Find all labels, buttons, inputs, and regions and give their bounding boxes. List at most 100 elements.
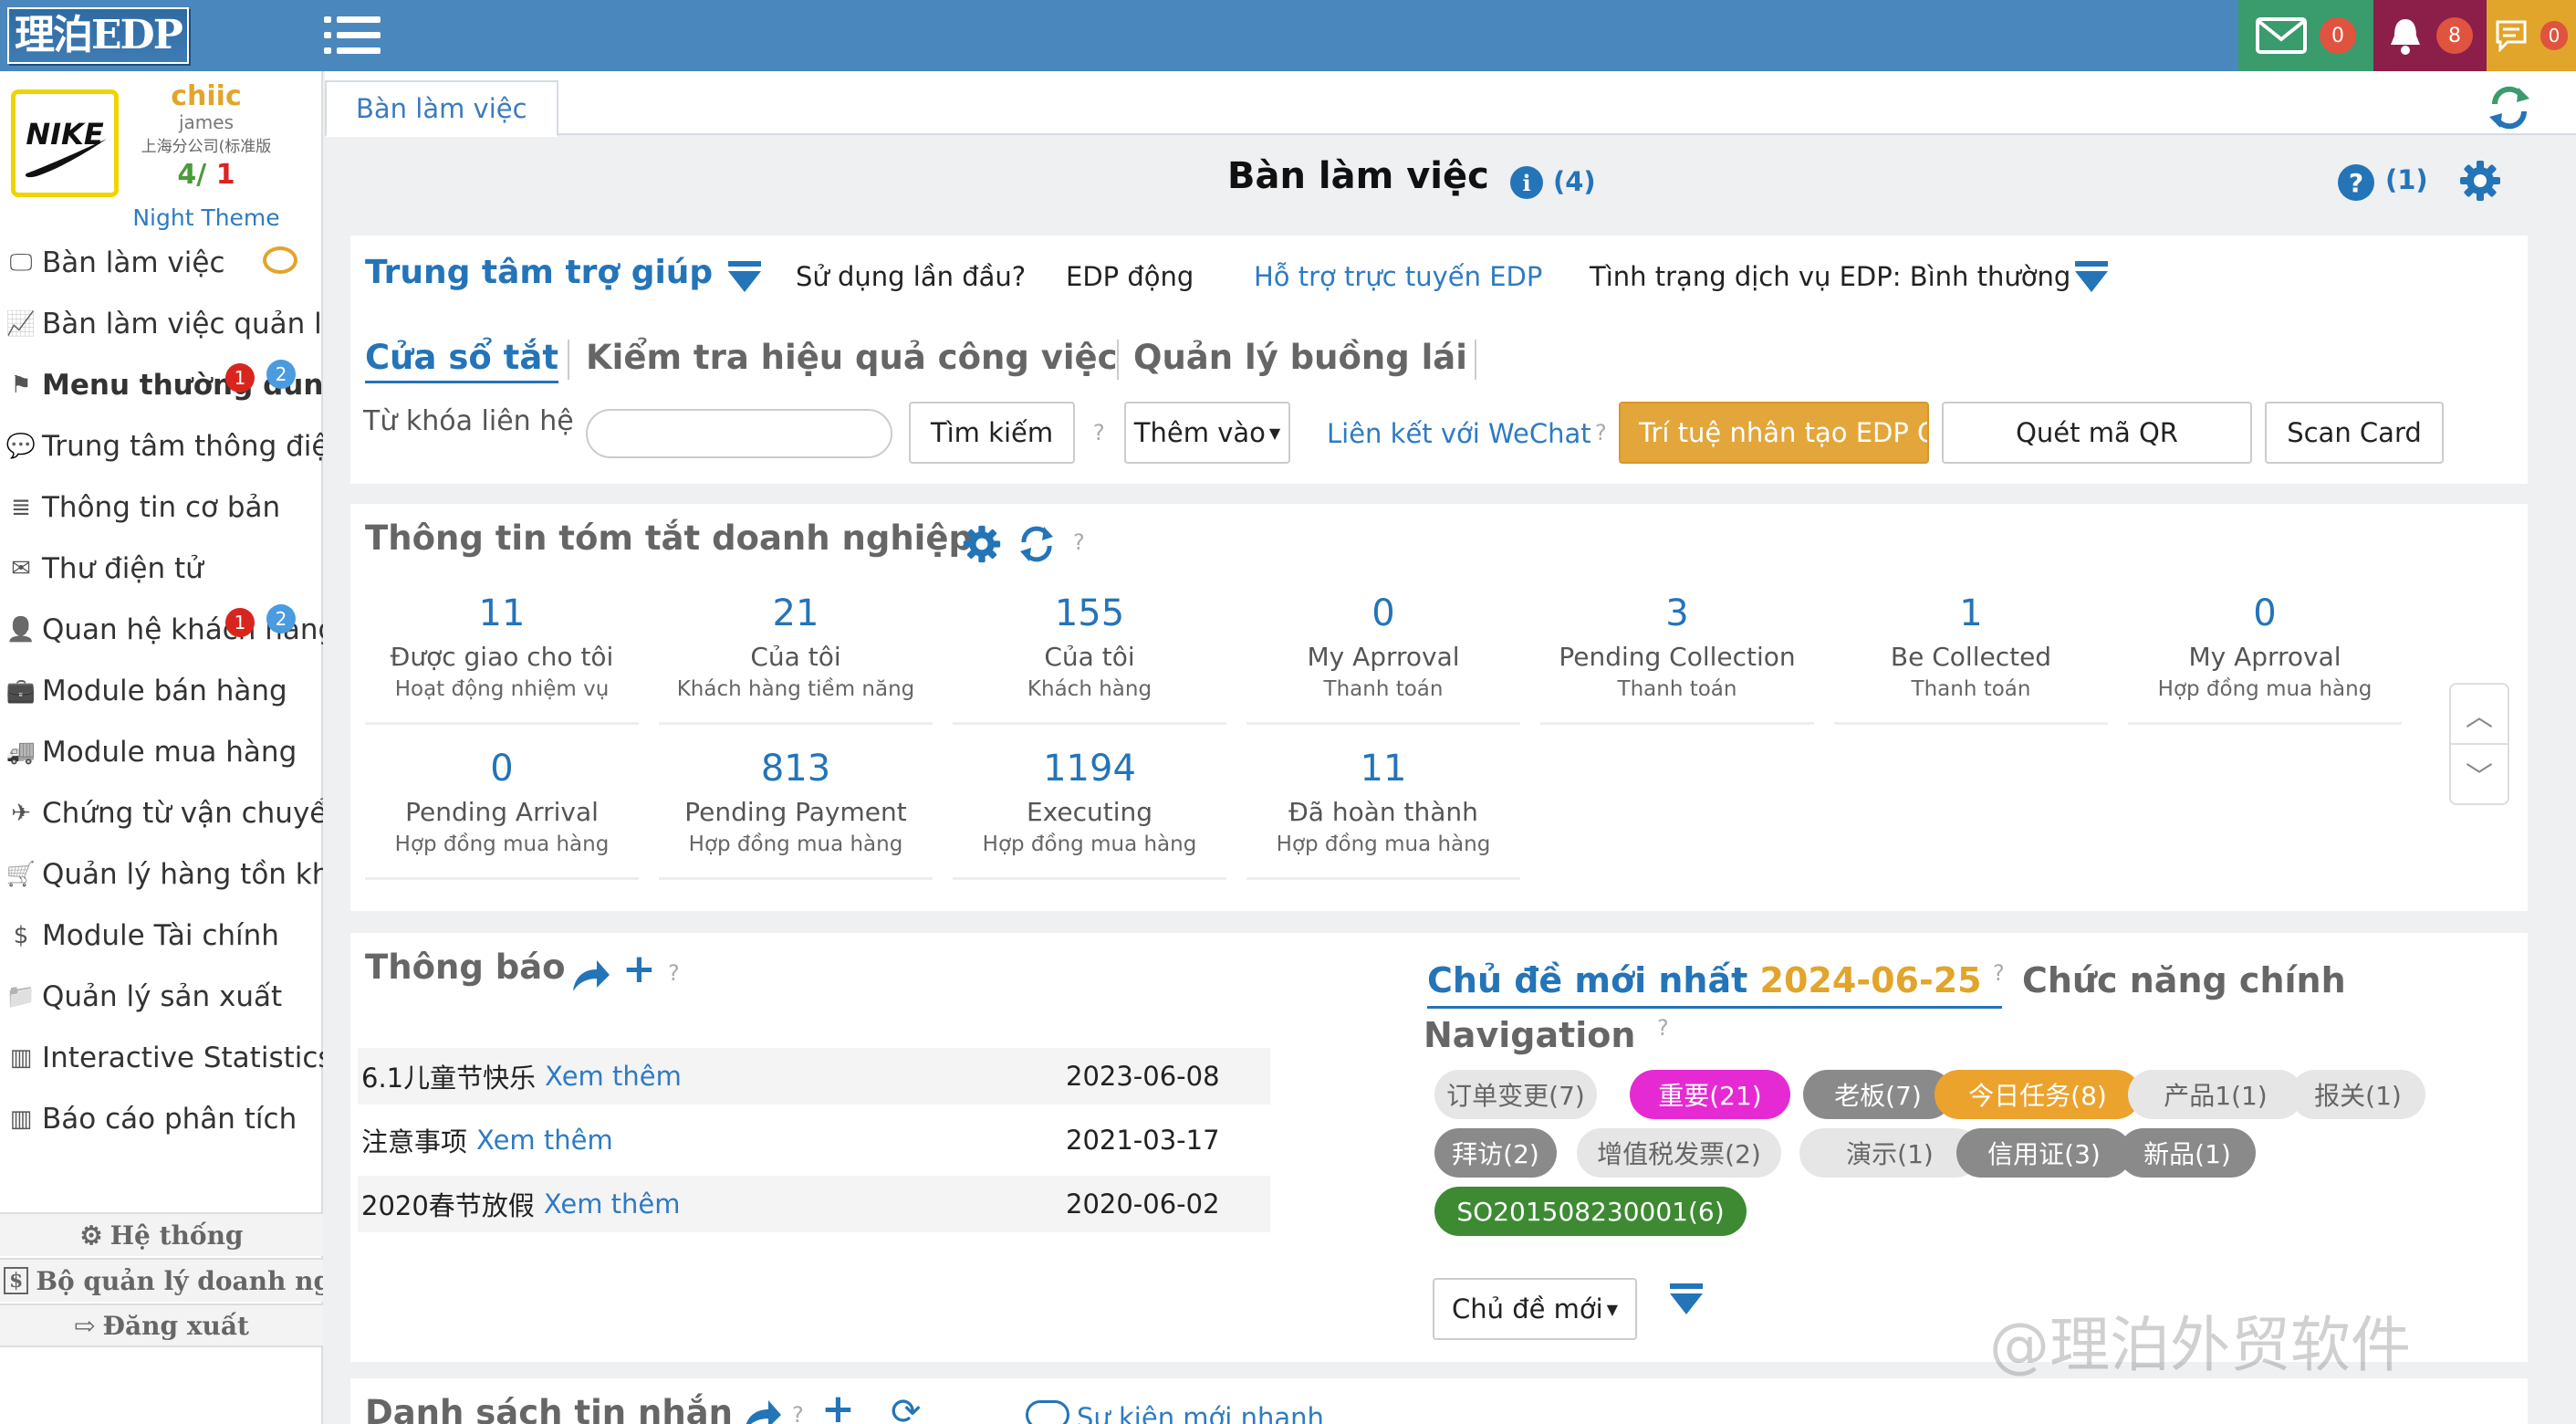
refresh-arrows-icon[interactable]: [2487, 84, 2531, 131]
menu-toggle-icon[interactable]: [324, 13, 381, 58]
stat-card[interactable]: 1194 Executing Hợp đồng mua hàng: [953, 743, 1226, 880]
eye-toggle-icon[interactable]: [263, 246, 297, 274]
quick-event-link[interactable]: Sự kiện mới nhanh: [1077, 1402, 1324, 1424]
scroll-down-button[interactable]: ﹀: [2449, 743, 2509, 805]
help-question-icon[interactable]: ?: [668, 960, 680, 986]
tab-cua-so-tat[interactable]: Cửa sổ tắt: [365, 338, 559, 383]
settings-gear-icon[interactable]: [2458, 159, 2502, 203]
first-use-link[interactable]: Sử dụng lần đầu?: [796, 261, 1026, 292]
scroll-up-button[interactable]: ︿: [2449, 683, 2509, 745]
latest-topic-tab[interactable]: Chủ đề mới nhất 2024-06-25: [1427, 960, 1982, 1000]
edp-dynamic-link[interactable]: EDP động: [1066, 261, 1194, 292]
contact-keyword-input[interactable]: [586, 409, 892, 458]
help-center-title[interactable]: Trung tâm trợ giúp: [365, 254, 713, 291]
notice-more-link[interactable]: Xem thêm: [545, 1061, 682, 1092]
sidebar-item[interactable]: ▥ Báo cáo phân tích: [0, 1092, 323, 1147]
stat-card[interactable]: 0 Pending Arrival Hợp đồng mua hàng: [365, 743, 639, 880]
topic-tag[interactable]: 订单变更(7): [1434, 1070, 1597, 1119]
system-button[interactable]: ⚙ Hệ thống: [0, 1212, 323, 1256]
help-question-icon[interactable]: ?: [1595, 420, 1607, 445]
scan-card-button[interactable]: Scan Card: [2265, 402, 2444, 464]
tab-ban-lam-viec[interactable]: Bàn làm việc: [325, 80, 558, 137]
info-count[interactable]: (4): [1553, 166, 1596, 197]
sidebar-item[interactable]: 📈 Bàn làm việc quản lý: [0, 297, 323, 351]
stat-card[interactable]: 1 Be Collected Thanh toán: [1834, 588, 2108, 725]
stat-card[interactable]: 11 Đã hoàn thành Hợp đồng mua hàng: [1246, 743, 1520, 880]
sidebar-item[interactable]: 🛒 Quản lý hàng tồn kho: [0, 847, 323, 902]
help-question-icon[interactable]: ?: [1657, 1015, 1669, 1041]
refresh-icon[interactable]: ⟳: [891, 1391, 922, 1424]
help-question-icon[interactable]: ?: [792, 1402, 804, 1424]
new-topic-label: Chủ đề mới: [1451, 1293, 1603, 1325]
ratio-done: 4/: [177, 159, 207, 191]
add-notice-icon[interactable]: +: [622, 946, 656, 992]
stat-card[interactable]: 21 Của tôi Khách hàng tiềm năng: [659, 588, 933, 725]
topic-tag[interactable]: 拜访(2): [1434, 1128, 1557, 1178]
bell-notification[interactable]: 8: [2373, 0, 2487, 71]
sidebar-item[interactable]: 🖵 Bàn làm việc: [0, 236, 323, 290]
topic-tag[interactable]: 报关(1): [2290, 1070, 2425, 1119]
edp-ai-button[interactable]: Trí tuệ nhân tạo EDP Q: [1619, 402, 1929, 464]
help-question-icon[interactable]: ?: [1093, 420, 1105, 445]
sidebar-item[interactable]: 💼 Module bán hàng: [0, 664, 323, 718]
help-icon[interactable]: ?: [2338, 164, 2374, 201]
topic-tag[interactable]: 今日任务(8): [1935, 1070, 2141, 1119]
topic-tag[interactable]: 增值税发票(2): [1577, 1128, 1781, 1178]
add-dropdown[interactable]: Thêm vào ▼: [1124, 402, 1290, 464]
refresh-icon[interactable]: [1017, 524, 1057, 564]
info-icon[interactable]: i: [1510, 166, 1543, 199]
topic-tag[interactable]: SO201508230001(6): [1434, 1187, 1747, 1236]
sidebar-item[interactable]: ✉ Thư điện tử: [0, 541, 323, 596]
add-message-icon[interactable]: +: [821, 1386, 855, 1424]
help-count[interactable]: (1): [2385, 164, 2428, 195]
night-theme-link[interactable]: Night Theme: [115, 204, 297, 231]
search-button[interactable]: Tìm kiếm: [909, 402, 1075, 464]
funnel-down-icon[interactable]: [728, 261, 761, 292]
logout-button[interactable]: ⇨ Đăng xuất: [0, 1304, 323, 1347]
stat-card[interactable]: 155 Của tôi Khách hàng: [953, 588, 1226, 725]
topic-tag[interactable]: 老板(7): [1803, 1070, 1953, 1119]
avatar[interactable]: NIKE: [11, 89, 119, 197]
service-status: Tình trạng dịch vụ EDP: Bình thường: [1590, 261, 2071, 292]
sidebar-item[interactable]: 💬 Trung tâm thông điệp: [0, 419, 323, 474]
notice-more-link[interactable]: Xem thêm: [476, 1125, 613, 1156]
stat-card[interactable]: 0 My Aprroval Thanh toán: [1246, 588, 1520, 725]
topic-tag[interactable]: 演示(1): [1799, 1128, 1980, 1178]
topic-tag[interactable]: 重要(21): [1630, 1070, 1790, 1119]
message-notification[interactable]: 0: [2487, 0, 2576, 71]
share-arrow-icon[interactable]: [569, 957, 611, 993]
settings-gear-icon[interactable]: [962, 524, 1002, 564]
main-functions-tab[interactable]: Chức năng chính: [2022, 960, 2346, 1000]
new-topic-dropdown[interactable]: Chủ đề mới ▼: [1433, 1278, 1637, 1340]
notice-more-link[interactable]: Xem thêm: [544, 1188, 681, 1220]
help-question-icon[interactable]: ?: [1993, 960, 2005, 986]
tab-quan-ly-buong-lai[interactable]: Quản lý buồng lái: [1133, 338, 1467, 377]
tab-bar: Bàn làm việc: [325, 71, 2576, 137]
topic-tag[interactable]: 产品1(1): [2128, 1070, 2303, 1119]
logo[interactable]: 理泊EDP: [7, 7, 217, 64]
wechat-link[interactable]: Liên kết với WeChat: [1327, 418, 1591, 449]
enterprise-manager-button[interactable]: $ Bộ quản lý doanh nghiệp: [0, 1258, 323, 1302]
navigation-tab[interactable]: Navigation: [1424, 1015, 1635, 1055]
share-arrow-icon[interactable]: [741, 1397, 783, 1424]
topic-tag[interactable]: 信用证(3): [1956, 1128, 2132, 1178]
sidebar-item[interactable]: ≣ Thông tin cơ bản: [0, 480, 323, 535]
sidebar-item[interactable]: $ Module Tài chính: [0, 908, 323, 963]
funnel-down-icon[interactable]: [2075, 261, 2108, 292]
tab-kiem-tra-hieu-qua[interactable]: Kiểm tra hiệu quả công việc: [586, 338, 1118, 377]
sidebar-item[interactable]: ✈ Chứng từ vận chuyển: [0, 786, 323, 841]
mail-notification[interactable]: 0: [2238, 0, 2373, 71]
stat-card[interactable]: 813 Pending Payment Hợp đồng mua hàng: [659, 743, 933, 880]
topic-tag[interactable]: 新品(1): [2119, 1128, 2256, 1178]
help-question-icon[interactable]: ?: [1073, 529, 1085, 555]
stat-card[interactable]: 11 Được giao cho tôi Hoạt động nhiệm vụ: [365, 588, 639, 725]
stat-label: Pending Payment: [684, 797, 907, 827]
stat-card[interactable]: 0 My Aprroval Hợp đồng mua hàng: [2128, 588, 2402, 725]
sidebar-item[interactable]: 📁 Quản lý sản xuất: [0, 969, 323, 1024]
qr-scan-button[interactable]: Quét mã QR: [1942, 402, 2252, 464]
stat-card[interactable]: 3 Pending Collection Thanh toán: [1540, 588, 1814, 725]
online-support-link[interactable]: Hỗ trợ trực tuyến EDP: [1254, 261, 1542, 292]
sidebar-item[interactable]: ▥ Interactive Statistics: [0, 1031, 323, 1085]
funnel-down-icon[interactable]: [1670, 1283, 1703, 1314]
sidebar-item[interactable]: 🚚 Module mua hàng: [0, 725, 323, 780]
